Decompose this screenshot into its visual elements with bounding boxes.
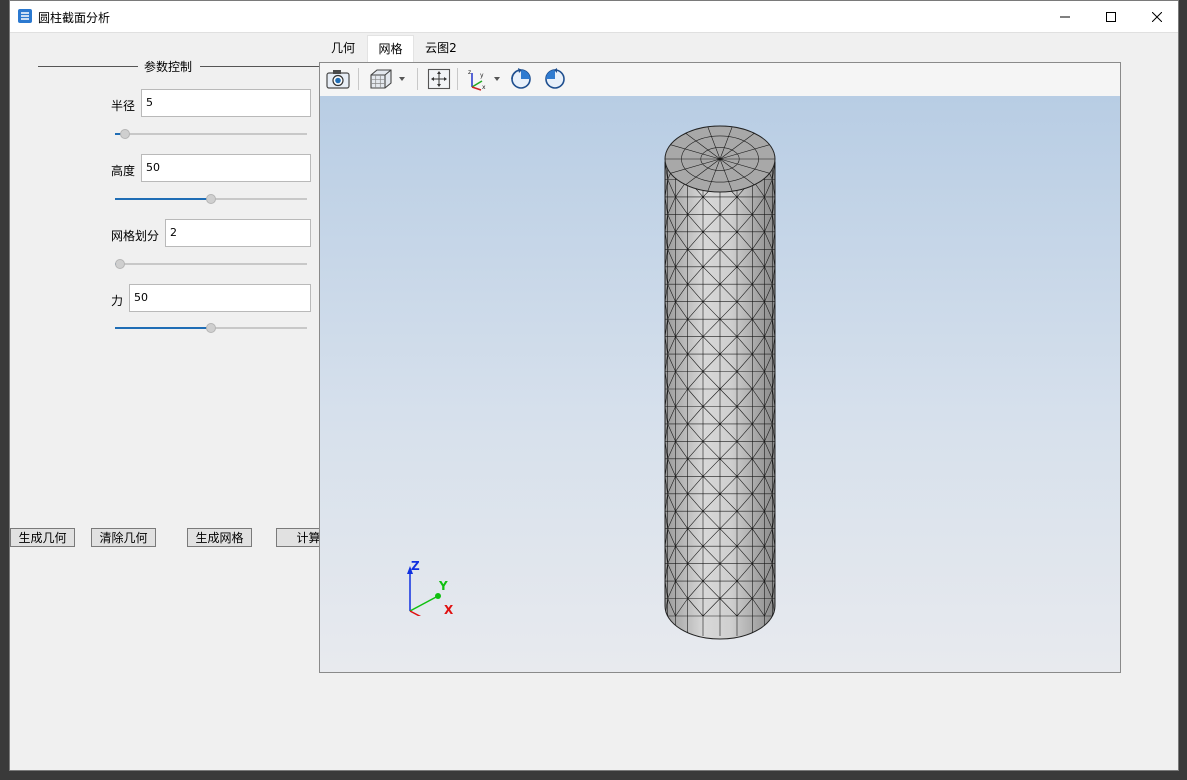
height-label: 高度 (111, 164, 136, 178)
clear-geometry-button[interactable]: 清除几何 (91, 528, 156, 547)
y-axis (409, 595, 439, 612)
slider-handle[interactable] (115, 259, 125, 269)
slider-handle[interactable] (206, 323, 216, 333)
app-icon (18, 9, 32, 23)
minimize-icon (1060, 16, 1070, 17)
title-bar: 圆柱截面分析 (10, 1, 1178, 33)
y-axis-label: Y (438, 579, 448, 593)
force-label: 力 (111, 294, 124, 308)
generate-geometry-button[interactable]: 生成几何 (10, 528, 75, 547)
z-axis-label: Z (411, 559, 420, 573)
mesh-input[interactable]: 2 (165, 219, 311, 247)
axes-icon: z y x (468, 69, 486, 91)
tab-geometry[interactable]: 几何 (323, 35, 363, 62)
rotate-ccw-button[interactable] (542, 67, 568, 91)
svg-text:y: y (480, 72, 484, 79)
cube-view-icon (370, 69, 392, 89)
camera-button[interactable] (325, 67, 351, 91)
fit-view-icon (427, 68, 451, 90)
rotate-cw-button[interactable] (508, 67, 534, 91)
slider-handle[interactable] (206, 194, 216, 204)
radius-input[interactable]: 5 (141, 89, 311, 117)
force-input[interactable]: 50 (129, 284, 311, 312)
fit-view-button[interactable] (426, 67, 452, 91)
height-input[interactable]: 50 (141, 154, 311, 182)
3d-scene[interactable]: Z Y X (320, 96, 1120, 672)
tab-mesh[interactable]: 网格 (367, 35, 414, 62)
force-slider[interactable] (115, 322, 307, 334)
chevron-down-icon (399, 77, 405, 81)
x-axis-label: X (444, 603, 454, 616)
close-icon (1152, 11, 1162, 22)
mesh-slider[interactable] (115, 258, 307, 270)
window-title: 圆柱截面分析 (38, 11, 111, 25)
viewer-toolbar: z y x (320, 63, 1120, 97)
generate-mesh-button[interactable]: 生成网格 (187, 528, 252, 547)
maximize-icon (1106, 11, 1116, 22)
group-line-right (200, 66, 319, 67)
rotate-ccw-icon (545, 68, 565, 89)
minimize-button[interactable] (1042, 1, 1088, 32)
mesh-label: 网格划分 (111, 229, 160, 243)
close-button[interactable] (1134, 1, 1180, 32)
tab-contour[interactable]: 云图2 (419, 35, 463, 62)
height-slider[interactable] (115, 193, 307, 205)
rotate-cw-icon (511, 68, 531, 89)
group-line-left (38, 66, 138, 67)
app-window: 圆柱截面分析 参数控制 半径 5 高度 50 网格划分 2 力 50 生成几何 … (9, 0, 1179, 771)
viewer-panel[interactable]: z y x Z Y X (319, 62, 1121, 673)
svg-text:z: z (468, 69, 471, 76)
radius-label: 半径 (111, 99, 136, 113)
svg-text:x: x (482, 84, 486, 91)
radius-slider[interactable] (115, 128, 307, 140)
maximize-button[interactable] (1088, 1, 1134, 32)
slider-handle[interactable] (120, 129, 130, 139)
x-axis (409, 610, 422, 616)
axes-view-button[interactable]: z y x (463, 67, 503, 91)
view-cube-button[interactable] (366, 67, 410, 91)
camera-icon (326, 70, 350, 89)
group-title: 参数控制 (141, 58, 196, 75)
axis-triad: Z Y X (407, 559, 454, 616)
chevron-down-icon (494, 77, 500, 81)
